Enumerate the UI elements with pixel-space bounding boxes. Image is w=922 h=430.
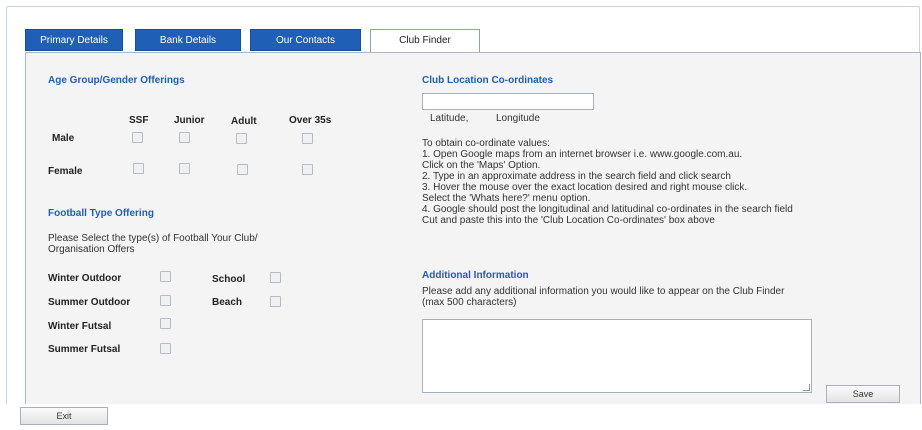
club-finder-panel: Age Group/Gender Offerings SSF Junior Ad… (25, 52, 921, 408)
additional-info-heading: Additional Information (422, 270, 529, 281)
additional-info-prompt-1: Please add any additional information yo… (422, 286, 785, 297)
instruction-line-4: 2. Type in an approximate address in the… (422, 171, 731, 182)
summer-futsal-label: Summer Futsal (48, 344, 121, 355)
female-ssf-checkbox[interactable] (133, 163, 144, 174)
female-junior-checkbox[interactable] (179, 163, 190, 174)
col-over-35s: Over 35s (289, 115, 332, 126)
form-frame: Primary Details Bank Details Our Contact… (6, 6, 921, 408)
male-ssf-checkbox[interactable] (132, 132, 143, 143)
winter-futsal-checkbox[interactable] (160, 318, 171, 329)
instruction-line-8: Cut and paste this into the 'Club Locati… (422, 215, 715, 226)
summer-futsal-checkbox[interactable] (160, 343, 171, 354)
col-ssf: SSF (129, 115, 149, 126)
age-group-heading: Age Group/Gender Offerings (48, 75, 185, 86)
footer-bar: Exit (0, 404, 922, 430)
instruction-line-6: Select the 'Whats here?' menu option. (422, 193, 591, 204)
winter-outdoor-checkbox[interactable] (160, 271, 171, 282)
resize-handle-icon[interactable] (803, 384, 810, 391)
female-over-35s-checkbox[interactable] (302, 164, 313, 175)
school-label: School (212, 274, 246, 285)
row-male: Male (52, 133, 75, 144)
school-checkbox[interactable] (270, 272, 281, 283)
football-type-heading: Football Type Offering (48, 208, 154, 219)
football-type-prompt-1: Please Select the type(s) of Football Yo… (48, 233, 258, 244)
winter-outdoor-label: Winter Outdoor (48, 273, 122, 284)
additional-info-textarea[interactable] (422, 319, 812, 393)
save-button[interactable]: Save (826, 385, 900, 403)
exit-button[interactable]: Exit (20, 407, 108, 425)
coordinates-input[interactable] (422, 93, 594, 110)
tab-our-contacts[interactable]: Our Contacts (250, 29, 361, 51)
summer-outdoor-label: Summer Outdoor (48, 297, 131, 308)
beach-label: Beach (212, 297, 243, 308)
female-adult-checkbox[interactable] (237, 164, 248, 175)
longitude-label: Longitude (496, 113, 540, 124)
tab-club-finder[interactable]: Club Finder (370, 29, 480, 53)
additional-info-prompt-2: (max 500 characters) (422, 297, 517, 308)
latitude-label: Latitude, (430, 113, 469, 124)
tab-primary-details[interactable]: Primary Details (25, 29, 123, 51)
instruction-line-5: 3. Hover the mouse over the exact locati… (422, 182, 748, 193)
summer-outdoor-checkbox[interactable] (160, 295, 171, 306)
male-adult-checkbox[interactable] (236, 133, 247, 144)
football-type-prompt-2: Organisation Offers (48, 244, 135, 255)
col-junior: Junior (174, 115, 205, 126)
beach-checkbox[interactable] (270, 296, 281, 307)
instruction-line-2: 1. Open Google maps from an internet bro… (422, 149, 743, 160)
male-over-35s-checkbox[interactable] (302, 133, 313, 144)
instruction-line-7: 4. Google should post the longitudinal a… (422, 204, 793, 215)
tab-bank-details[interactable]: Bank Details (135, 29, 241, 51)
instruction-line-1: To obtain co-ordinate values: (422, 138, 550, 149)
col-adult: Adult (231, 116, 257, 127)
location-heading: Club Location Co-ordinates (422, 75, 554, 86)
winter-futsal-label: Winter Futsal (48, 321, 112, 332)
row-female: Female (48, 166, 83, 177)
male-junior-checkbox[interactable] (179, 132, 190, 143)
instruction-line-3: Click on the 'Maps' Option. (422, 160, 541, 171)
